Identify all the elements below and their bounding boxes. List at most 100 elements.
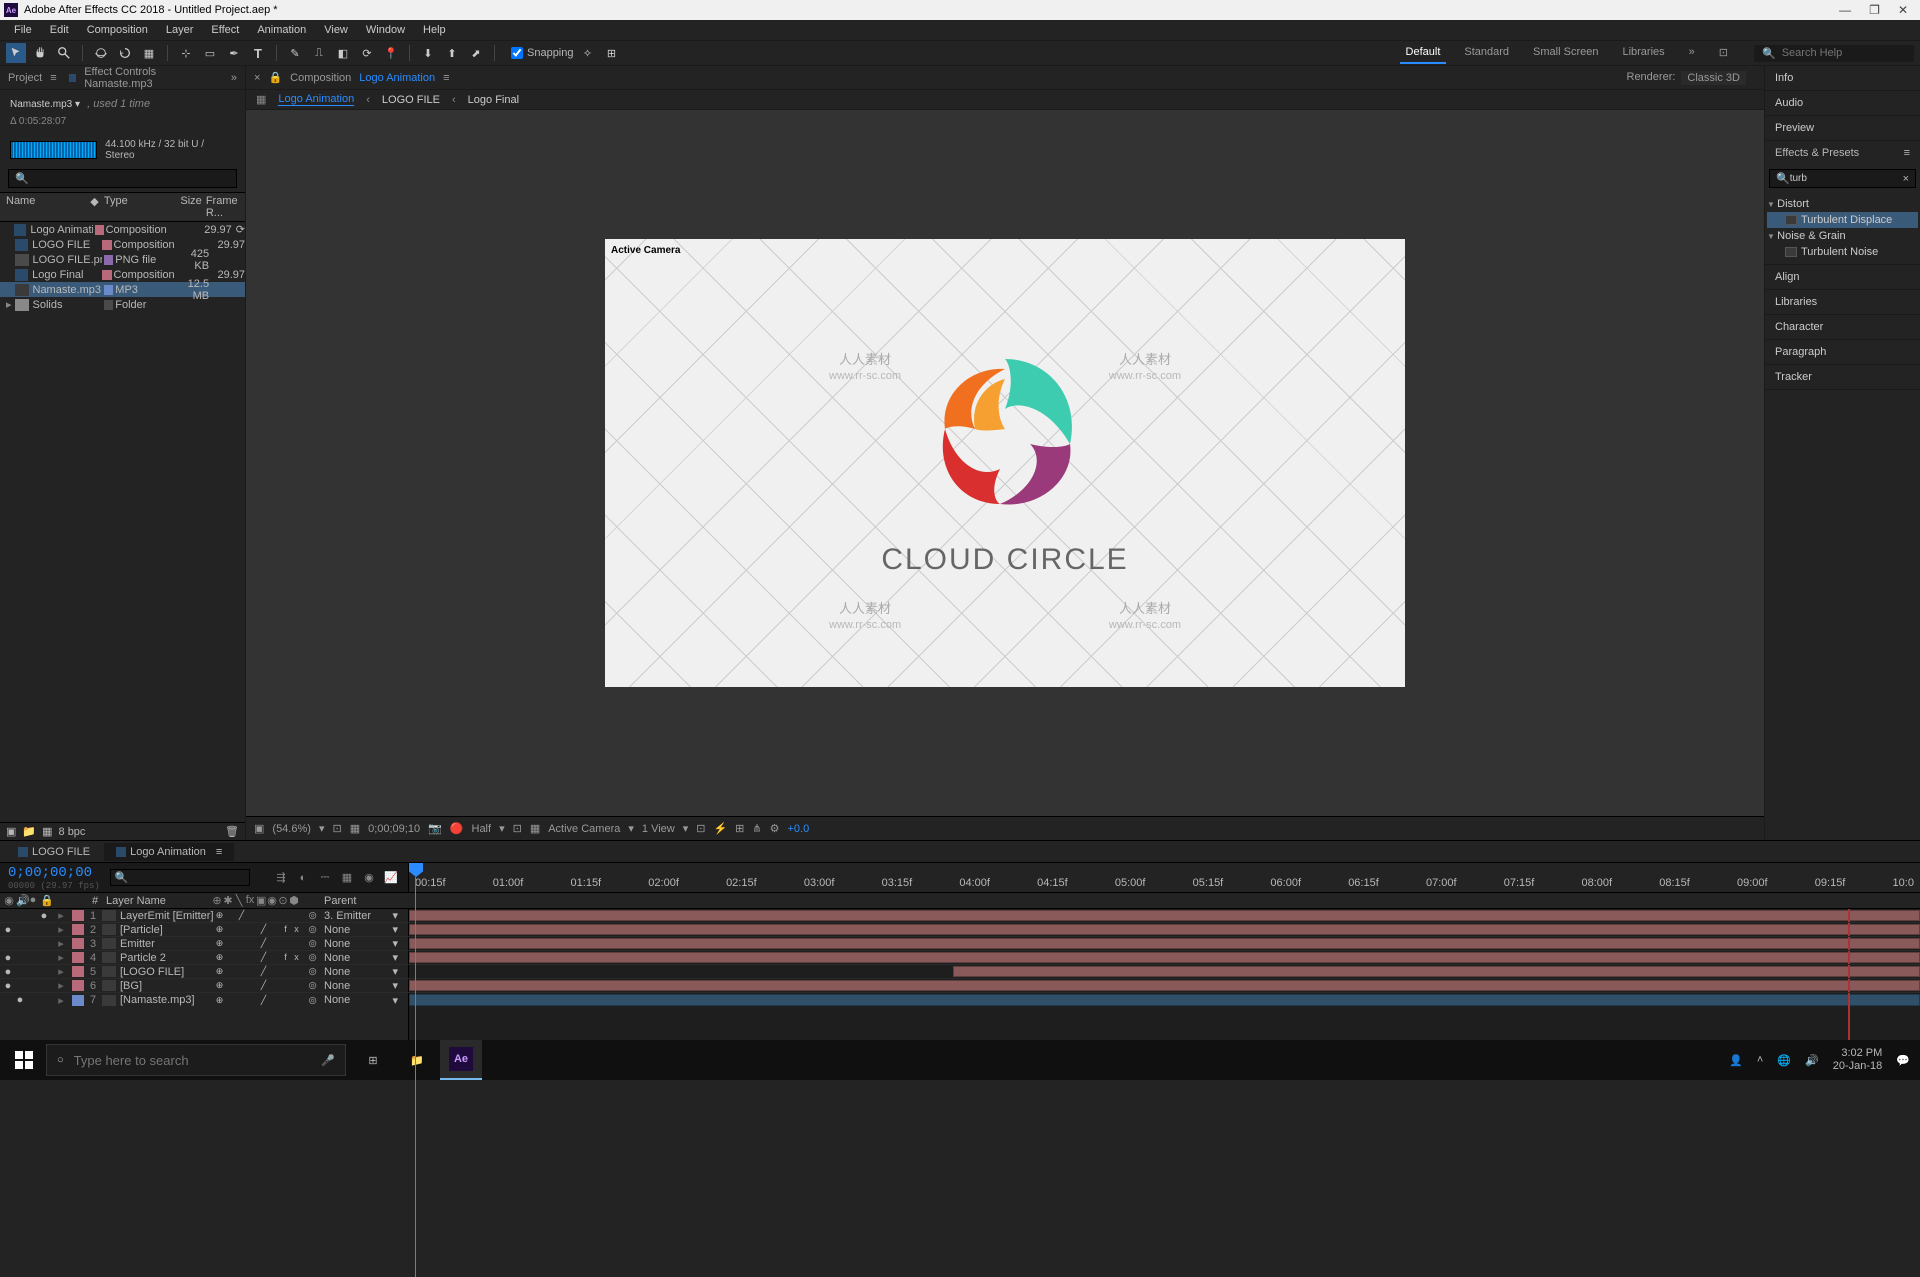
- rotation-tool[interactable]: [115, 43, 135, 63]
- menu-window[interactable]: Window: [358, 22, 413, 38]
- tray-chevron-icon[interactable]: ˄: [1757, 1054, 1763, 1066]
- system-clock[interactable]: 3:02 PM20-Jan-18: [1833, 1047, 1883, 1073]
- menu-composition[interactable]: Composition: [79, 22, 156, 38]
- flow-item-1[interactable]: LOGO FILE: [382, 94, 440, 106]
- snapping-checkbox[interactable]: [511, 47, 523, 59]
- panel-character[interactable]: Character: [1765, 315, 1920, 339]
- timeline-icon[interactable]: ⊞: [735, 822, 744, 835]
- workspace-more-icon[interactable]: »: [1683, 42, 1701, 64]
- minimize-button[interactable]: —: [1839, 3, 1851, 17]
- bpc-label[interactable]: 8 bpc: [59, 826, 86, 838]
- zoom-tool[interactable]: [54, 43, 74, 63]
- camera-tool[interactable]: ▦: [139, 43, 159, 63]
- fx-category[interactable]: Distort: [1767, 196, 1918, 212]
- project-item[interactable]: LOGO FILE.pngPNG file425 KB: [0, 252, 245, 267]
- timeline-layer[interactable]: ●▸2[Particle]⊕ ╱ fx⊚None▾: [0, 923, 1920, 937]
- people-icon[interactable]: 👤: [1729, 1054, 1743, 1067]
- panel-preview[interactable]: Preview: [1765, 116, 1920, 140]
- interpret-icon[interactable]: ▣: [6, 825, 16, 838]
- menu-file[interactable]: File: [6, 22, 40, 38]
- view-dropdown[interactable]: 1 View: [642, 823, 675, 835]
- menu-effect[interactable]: Effect: [203, 22, 247, 38]
- menu-view[interactable]: View: [316, 22, 356, 38]
- puppet-tool[interactable]: 📍: [381, 43, 401, 63]
- workspace-standard[interactable]: Standard: [1458, 42, 1515, 64]
- panel-overflow-icon[interactable]: »: [231, 72, 237, 84]
- taskbar-search[interactable]: ○ 🎤: [46, 1044, 346, 1076]
- flow-item-2[interactable]: Logo Final: [468, 94, 519, 106]
- workspace-small[interactable]: Small Screen: [1527, 42, 1604, 64]
- start-button[interactable]: [4, 1040, 44, 1080]
- panel-paragraph[interactable]: Paragraph: [1765, 340, 1920, 364]
- col-parent[interactable]: Parent: [312, 895, 392, 907]
- col-name[interactable]: Name: [0, 195, 90, 219]
- shy-icon[interactable]: ⎓: [316, 869, 334, 887]
- fx-item[interactable]: Turbulent Displace: [1767, 212, 1918, 228]
- hand-tool[interactable]: [30, 43, 50, 63]
- frame-blend-icon[interactable]: ▦: [338, 869, 356, 887]
- volume-icon[interactable]: 🔊: [1805, 1054, 1819, 1067]
- exposure-value[interactable]: +0.0: [787, 823, 809, 835]
- snap-opt-2-icon[interactable]: ⊞: [602, 43, 622, 63]
- fast-preview-icon[interactable]: ⚡: [713, 822, 727, 835]
- timeline-layer[interactable]: ▸3Emitter⊕ ╱⊚None▾: [0, 937, 1920, 951]
- flow-item-0[interactable]: Logo Animation: [278, 93, 354, 106]
- eraser-tool[interactable]: ◧: [333, 43, 353, 63]
- res-chevron-icon[interactable]: ▾: [499, 822, 505, 835]
- resolution-icon[interactable]: ⊡: [332, 822, 341, 835]
- project-item[interactable]: Namaste.mp3MP312.5 MB: [0, 282, 245, 297]
- help-search-input[interactable]: [1782, 47, 1902, 59]
- cam-chevron-icon[interactable]: ▾: [628, 822, 634, 835]
- col-type[interactable]: Type: [104, 195, 165, 219]
- panel-info[interactable]: Info: [1765, 66, 1920, 90]
- renderer-value[interactable]: Classic 3D: [1681, 71, 1746, 85]
- brush-tool[interactable]: ✎: [285, 43, 305, 63]
- playhead[interactable]: [409, 863, 423, 892]
- comp-close-icon[interactable]: ×: [254, 72, 260, 84]
- transparency-icon[interactable]: ▦: [530, 822, 540, 835]
- resolution-dropdown[interactable]: Half: [472, 823, 492, 835]
- composition-viewer[interactable]: Active Camera CLOUD CIRCLE 人人素材www.rr-sc…: [605, 239, 1405, 687]
- pen-tool[interactable]: ✒: [224, 43, 244, 63]
- graph-editor-icon[interactable]: 📈: [382, 869, 400, 887]
- timeline-layer[interactable]: ●▸4Particle 2⊕ ╱ fx⊚None▾: [0, 951, 1920, 965]
- roi-icon[interactable]: ⊡: [513, 822, 522, 835]
- taskbar-search-input[interactable]: [74, 1053, 274, 1068]
- menu-edit[interactable]: Edit: [42, 22, 77, 38]
- panel-menu-icon[interactable]: ≡: [1904, 147, 1910, 159]
- timeline-layer[interactable]: ●▸5[LOGO FILE]⊕ ╱⊚None▾: [0, 965, 1920, 979]
- col-num[interactable]: #: [88, 895, 102, 907]
- time-ruler[interactable]: 00:15f01:00f01:15f02:00f02:15f03:00f03:1…: [408, 863, 1920, 892]
- rect-tool[interactable]: ▭: [200, 43, 220, 63]
- panel-menu-icon[interactable]: ≡: [50, 72, 56, 84]
- axis-world-icon[interactable]: ⬆: [442, 43, 462, 63]
- notifications-icon[interactable]: 💬: [1896, 1054, 1910, 1067]
- close-button[interactable]: ✕: [1898, 3, 1908, 17]
- tab-effect-controls[interactable]: Effect Controls Namaste.mp3: [69, 66, 219, 90]
- timeline-layer[interactable]: ●▸6[BG]⊕ ╱⊚None▾: [0, 979, 1920, 993]
- panel-align[interactable]: Align: [1765, 265, 1920, 289]
- menu-animation[interactable]: Animation: [249, 22, 314, 38]
- mic-icon[interactable]: 🎤: [321, 1054, 335, 1067]
- roto-tool[interactable]: ⟳: [357, 43, 377, 63]
- panel-effects-presets[interactable]: Effects & Presets≡: [1765, 141, 1920, 165]
- zoom-dropdown[interactable]: (54.6%): [272, 823, 311, 835]
- clone-tool[interactable]: ⎍: [309, 43, 329, 63]
- effects-search[interactable]: 🔍 ×: [1769, 169, 1916, 188]
- network-icon[interactable]: 🌐: [1777, 1054, 1791, 1067]
- timeline-tab-0[interactable]: LOGO FILE: [6, 843, 102, 861]
- fx-category[interactable]: Noise & Grain: [1767, 228, 1918, 244]
- workspace-libraries[interactable]: Libraries: [1616, 42, 1670, 64]
- file-explorer-icon[interactable]: 📁: [396, 1040, 438, 1080]
- axis-view-icon[interactable]: ⬈: [466, 43, 486, 63]
- menu-help[interactable]: Help: [415, 22, 454, 38]
- snap-opt-1-icon[interactable]: ✧: [578, 43, 598, 63]
- project-search[interactable]: 🔍: [8, 169, 237, 188]
- motion-blur-icon[interactable]: ◉: [360, 869, 378, 887]
- channel-icon[interactable]: 🔴: [450, 822, 464, 835]
- help-search[interactable]: 🔍: [1754, 45, 1914, 62]
- panel-tracker[interactable]: Tracker: [1765, 365, 1920, 389]
- snapshot-icon[interactable]: 📷: [428, 822, 442, 835]
- new-comp-icon[interactable]: ▦: [42, 825, 52, 838]
- col-framerate[interactable]: Frame R...: [206, 195, 245, 219]
